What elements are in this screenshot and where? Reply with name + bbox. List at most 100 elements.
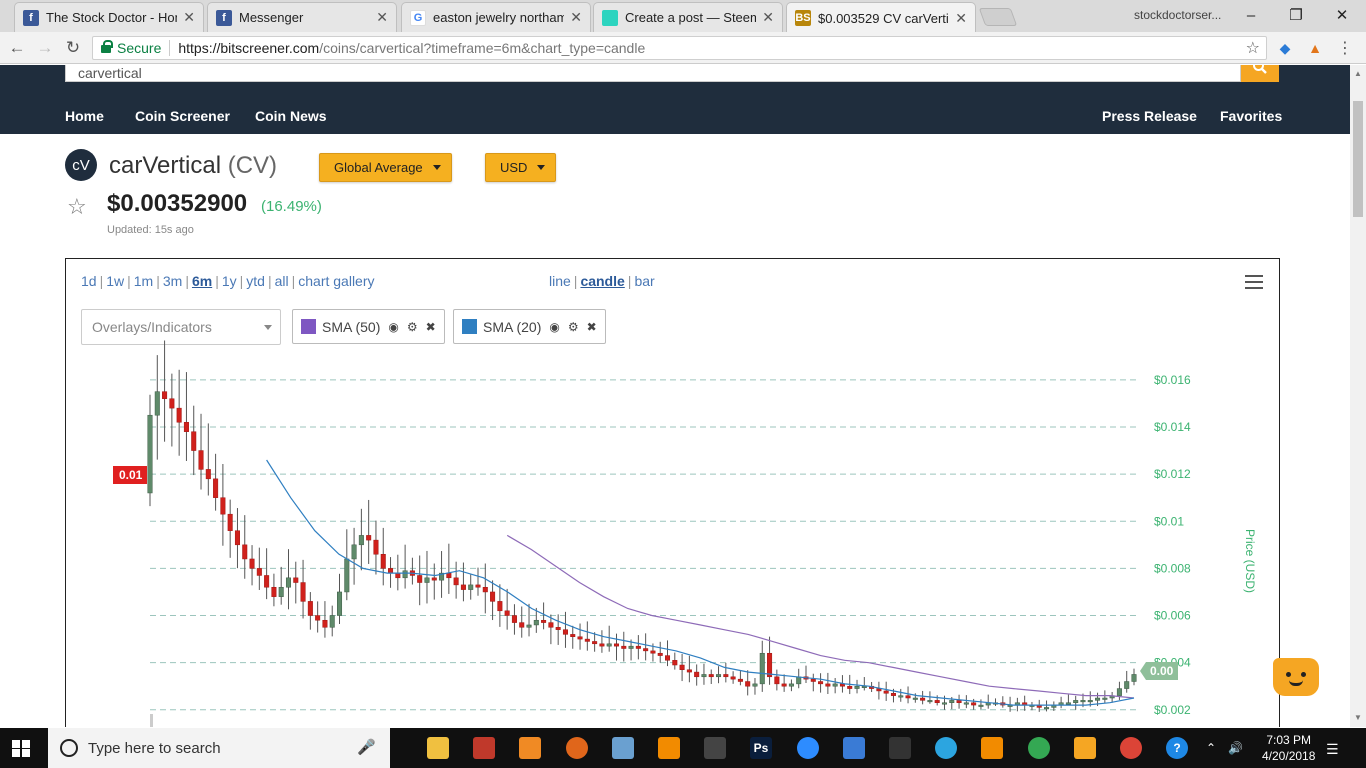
close-tab-icon[interactable]: ✕ (955, 10, 967, 27)
price-change: (16.49%) (261, 198, 322, 215)
minimize-icon[interactable]: – (1228, 0, 1274, 30)
candle-body (635, 645, 641, 649)
candle-body (300, 582, 306, 602)
candle-body (293, 577, 299, 583)
close-window-icon[interactable]: ✕ (1319, 0, 1365, 30)
photoshop-icon[interactable]: Ps (750, 737, 772, 759)
tray-chevron-icon[interactable]: ⌃ (1206, 741, 1216, 755)
restore-icon[interactable]: ❐ (1273, 0, 1319, 30)
favorite-star-icon[interactable]: ☆ (67, 194, 87, 220)
coin-logo: cV (65, 149, 97, 181)
candle-body (453, 577, 459, 586)
url-bar[interactable]: Secure https://bitscreener.com/coins/car… (92, 36, 1267, 60)
file-explorer-icon[interactable] (427, 737, 449, 759)
navigator-handle (150, 714, 153, 727)
help-icon[interactable]: ? (1166, 737, 1188, 759)
media-player-icon[interactable] (519, 737, 541, 759)
tab-title: Create a post — Steemit (625, 10, 757, 25)
chrome-active-icon[interactable] (1120, 737, 1142, 759)
candle-body (162, 391, 168, 399)
search-button[interactable] (1241, 65, 1279, 82)
clock-date: 4/20/2018 (1262, 749, 1316, 763)
fl-studio-icon[interactable] (1074, 737, 1096, 759)
candle-body (847, 685, 853, 689)
candle-body (234, 530, 240, 546)
candle-body (446, 572, 452, 579)
candle-body (694, 671, 700, 678)
browser-tab[interactable]: f The Stock Doctor - Home ✕ (14, 2, 204, 32)
candle-body (745, 681, 751, 687)
tab-title: easton jewelry northampton (433, 10, 564, 25)
microphone-icon[interactable]: 🎤 (357, 738, 376, 756)
candle-body (643, 648, 649, 652)
bookmark-star-icon[interactable]: ☆ (1246, 38, 1260, 58)
close-tab-icon[interactable]: ✕ (376, 9, 388, 26)
nav-link[interactable]: Home (65, 108, 104, 124)
nav-link[interactable]: Coin News (255, 108, 327, 124)
price-chart[interactable]: $0.002$0.004$0.006$0.008$0.01$0.012$0.01… (66, 259, 1279, 727)
obs-icon[interactable] (889, 737, 911, 759)
firefox-icon[interactable] (566, 737, 588, 759)
candle-body (1124, 681, 1130, 689)
browser-tab[interactable]: f Messenger ✕ (207, 2, 397, 32)
close-tab-icon[interactable]: ✕ (762, 9, 774, 26)
coin-search-input[interactable]: carvertical (65, 65, 1241, 82)
profile-name[interactable]: stockdoctorser... (1134, 8, 1221, 22)
taskbar-clock[interactable]: 7:03 PM 4/20/2018 (1262, 732, 1315, 764)
volume-icon[interactable]: 🔊 (1228, 741, 1243, 755)
forward-icon[interactable]: → (34, 37, 56, 59)
network-icon[interactable] (843, 737, 865, 759)
scrollbar-thumb[interactable] (1353, 101, 1363, 217)
scroll-up-icon[interactable]: ▲ (1354, 69, 1362, 78)
candle-body (723, 674, 729, 678)
extension-diamond-icon[interactable]: ◆ (1276, 39, 1294, 57)
browser-tab[interactable]: Geaston jewelry northampton ✕ (401, 2, 591, 32)
candle-body (1087, 700, 1093, 703)
candle-body (650, 650, 656, 654)
candle-body (169, 398, 175, 409)
calculator-icon[interactable] (704, 737, 726, 759)
currency-dropdown-button[interactable]: USD (485, 153, 557, 182)
zoom-icon[interactable] (797, 737, 819, 759)
notifications-icon[interactable]: ☰ (1326, 741, 1339, 758)
scroll-down-icon[interactable]: ▼ (1354, 713, 1362, 722)
candle-body (198, 450, 204, 470)
metamask-fox-icon[interactable]: ▲ (1306, 39, 1324, 57)
sma-line (266, 459, 1135, 706)
candle-body (934, 700, 940, 703)
tab-favicon-icon: BS (795, 10, 811, 26)
candle-body (905, 695, 911, 699)
nav-link[interactable]: Coin Screener (135, 108, 230, 124)
tab-favicon-icon: f (216, 9, 232, 26)
page-scrollbar[interactable]: ▲ ▼ (1350, 65, 1366, 727)
notepad-icon[interactable] (612, 737, 634, 759)
close-tab-icon[interactable]: ✕ (183, 9, 195, 26)
browser-menu-icon[interactable]: ⋮ (1336, 39, 1354, 57)
secure-indicator[interactable]: Secure (101, 40, 161, 56)
telegram-icon[interactable] (935, 737, 957, 759)
candle-body (920, 697, 926, 701)
taskbar-search-box[interactable]: Type here to search 🎤 (48, 728, 390, 768)
nav-link[interactable]: Favorites (1220, 108, 1282, 124)
vlc-cone-icon[interactable] (981, 737, 1003, 759)
close-tab-icon[interactable]: ✕ (570, 9, 582, 26)
coin-price: $0.00352900 (107, 190, 248, 217)
reload-icon[interactable]: ↻ (62, 37, 84, 59)
vlc-icon[interactable] (658, 737, 680, 759)
chrome-icon[interactable] (1028, 737, 1050, 759)
chat-bot-button[interactable] (1273, 658, 1319, 696)
snipping-tool-icon[interactable] (473, 737, 495, 759)
browser-tab[interactable]: BS $0.003529 CV carVertical ✕ (786, 2, 976, 33)
back-icon[interactable]: ← (6, 37, 28, 59)
candle-body (271, 586, 277, 597)
candle-body (774, 676, 780, 685)
candle-body (978, 704, 984, 707)
nav-link[interactable]: Press Release (1102, 108, 1197, 124)
windows-start-icon[interactable] (12, 740, 30, 757)
y-tick-label: $0.002 (1154, 703, 1191, 717)
candle-body (402, 570, 408, 579)
new-tab-button[interactable] (978, 8, 1018, 26)
candle-body (818, 681, 824, 685)
market-dropdown-button[interactable]: Global Average (319, 153, 452, 182)
browser-tab[interactable]: Create a post — Steemit ✕ (593, 2, 783, 32)
